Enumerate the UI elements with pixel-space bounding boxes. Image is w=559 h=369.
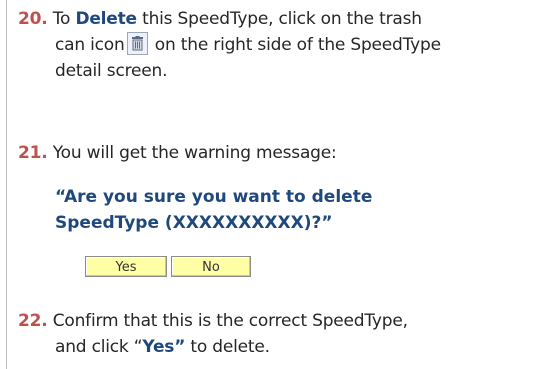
step-21-number: 21.	[18, 143, 48, 163]
step-22-number: 22.	[18, 311, 48, 331]
yes-button[interactable]: Yes	[85, 256, 167, 277]
warning-line-1: “Are you sure you want to delete	[55, 187, 373, 207]
step-20-text-a: To	[52, 9, 76, 29]
step-22-text-c: to delete.	[185, 337, 270, 357]
step-22: 22. Confirm that this is the correct Spe…	[18, 308, 408, 360]
step-20: 20. To Delete this SpeedType, click on t…	[18, 6, 441, 84]
step-22-line-1: 22. Confirm that this is the correct Spe…	[18, 308, 408, 334]
step-20-line-1: 20. To Delete this SpeedType, click on t…	[18, 6, 441, 32]
step-20-line-3: detail screen.	[55, 61, 168, 81]
left-margin-rule	[6, 0, 7, 369]
step-21-text: You will get the warning message:	[52, 143, 337, 163]
step-20-delete-keyword: Delete	[75, 9, 137, 29]
step-22-text-a: Confirm that this is the correct SpeedTy…	[52, 311, 408, 331]
step-22-text-b: and click “	[55, 337, 143, 357]
step-20-text-b: this SpeedType, click on the trash	[136, 9, 422, 29]
step-20-number: 20.	[18, 9, 48, 29]
no-button[interactable]: No	[171, 256, 251, 277]
step-20-text-c: can icon	[55, 35, 125, 55]
step-21: 21. You will get the warning message:	[18, 140, 337, 166]
step-22-line-2: and click “Yes” to delete.	[18, 334, 408, 360]
warning-line-2: SpeedType (XXXXXXXXXX)?”	[55, 213, 333, 233]
step-20-line-2: can icon on the right side of the SpeedT…	[18, 32, 441, 58]
step-21-line-1: 21. You will get the warning message:	[18, 140, 337, 166]
step-22-yes-keyword: Yes”	[142, 337, 186, 357]
warning-message: “Are you sure you want to delete SpeedTy…	[55, 184, 372, 236]
step-20-text-d: on the right side of the SpeedType	[149, 35, 441, 55]
trash-icon	[126, 32, 148, 55]
